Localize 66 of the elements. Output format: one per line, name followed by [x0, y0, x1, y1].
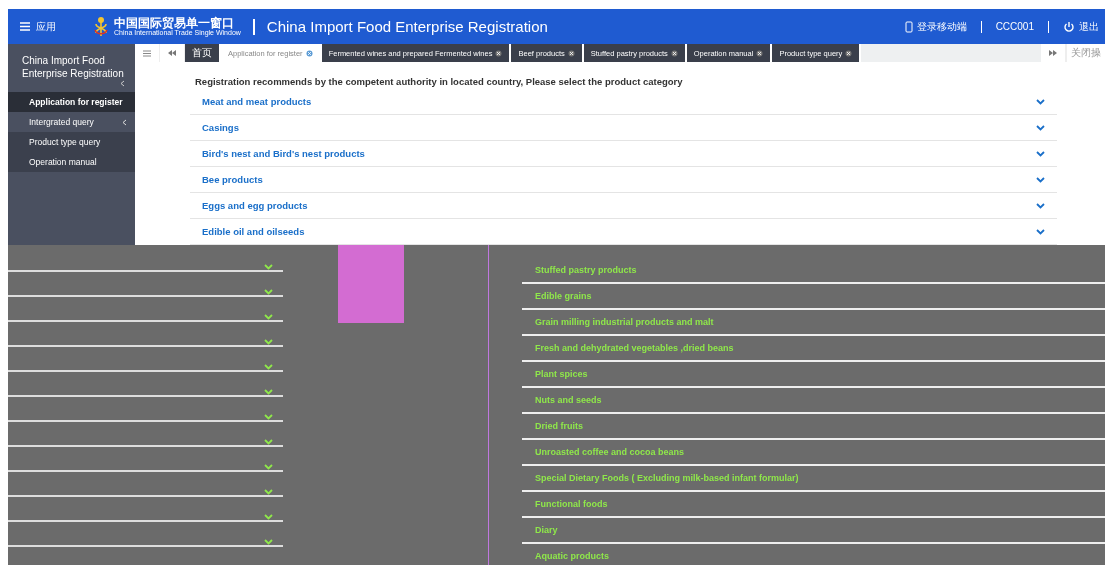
chevron-down-icon [264, 264, 273, 270]
phone-icon [904, 20, 913, 33]
category-row[interactable]: Nuts and seeds [522, 388, 1105, 414]
category-row[interactable]: Diary [522, 518, 1105, 544]
tab[interactable]: 首页 [185, 44, 219, 62]
category-row[interactable]: Edible grains [522, 284, 1105, 310]
apps-menu-button[interactable]: 应用 [20, 19, 56, 34]
chevron-down-icon [264, 464, 273, 470]
chevron-down-icon [1036, 202, 1045, 209]
chevron-down-icon [264, 414, 273, 420]
category-row[interactable]: Meat and meat products [190, 89, 1057, 115]
sidebar-item[interactable]: Operation manual [8, 152, 135, 172]
category-row[interactable]: Plant spices [522, 362, 1105, 388]
category-row[interactable]: Grain milling industrial products and malt [522, 310, 1105, 336]
chevron-down-icon [264, 314, 273, 320]
category-row[interactable]: Special Dietary Foods ( Excluding milk-based infant formular) [522, 466, 1105, 492]
menu-icon [143, 49, 151, 57]
sidebar-item[interactable]: Application for register [8, 92, 135, 112]
category-row[interactable]: Bird's nest and Bird's nest products [190, 141, 1057, 167]
close-icon[interactable] [670, 49, 678, 57]
category-row[interactable]: Stuffed pastry products [522, 258, 1105, 284]
chevron-down-icon [264, 439, 273, 445]
chevron-down-icon [264, 514, 273, 520]
sidebar-item-label: Operation manual [29, 157, 97, 167]
chevron-down-icon [264, 389, 273, 395]
category-row[interactable]: Dried fruits [522, 414, 1105, 440]
category-row[interactable]: Bee products [190, 167, 1057, 193]
logo-icon [92, 15, 110, 38]
instruction-heading: Registration recommends by the competent authority in located country, Please select the product category [194, 76, 684, 87]
close-icon[interactable] [495, 49, 503, 57]
category-row[interactable]: Unroasted coffee and cocoa beans [522, 440, 1105, 466]
close-icon[interactable] [567, 49, 575, 57]
double-right-icon [1049, 50, 1057, 56]
chevron-down-icon [264, 364, 273, 370]
app-title: China Import Food Enterprise Registration [266, 18, 548, 35]
chevron-down-icon [264, 289, 273, 295]
user-name: CCC001 [995, 21, 1034, 32]
category-row[interactable]: Eggs and egg products [190, 193, 1057, 219]
close-icon[interactable] [845, 49, 853, 57]
category-row[interactable]: Casings [190, 115, 1057, 141]
double-left-icon [168, 50, 176, 56]
close-operations-menu[interactable]: 关闭操 [1066, 44, 1105, 62]
logout-link[interactable]: 退出 [1079, 19, 1099, 34]
category-row[interactable]: Aquatic products [522, 544, 1105, 565]
sidebar-title: China Import Food Enterprise Registration [21, 54, 125, 80]
close-icon[interactable] [756, 49, 764, 57]
collapse-icon[interactable] [120, 80, 125, 87]
sidebar-item-label: Intergrated query [29, 117, 94, 127]
sidebar-item-label: Application for register [29, 97, 123, 107]
chevron-left-icon [122, 118, 127, 126]
chevron-down-icon [264, 339, 273, 345]
chevron-down-icon [1036, 124, 1045, 131]
chevron-down-icon [264, 489, 273, 495]
sidebar-item-label: Product type query [29, 137, 101, 147]
mobile-login-link[interactable]: 登录移动端 [916, 19, 967, 34]
category-row[interactable]: Functional foods [522, 492, 1105, 518]
menu-icon [20, 22, 30, 31]
category-row[interactable]: Fresh and dehydrated vegetables ,dried beans [522, 336, 1105, 362]
chevron-down-icon [1036, 98, 1045, 105]
power-icon[interactable] [1063, 20, 1075, 33]
logo-title: 中国国际贸易单一窗口 [114, 16, 235, 30]
chevron-down-icon [1036, 176, 1045, 183]
chevron-down-icon [1036, 228, 1045, 235]
chevron-down-icon [1036, 150, 1045, 157]
chevron-down-icon [264, 539, 273, 545]
sidebar-item[interactable]: Product type query [8, 132, 135, 152]
